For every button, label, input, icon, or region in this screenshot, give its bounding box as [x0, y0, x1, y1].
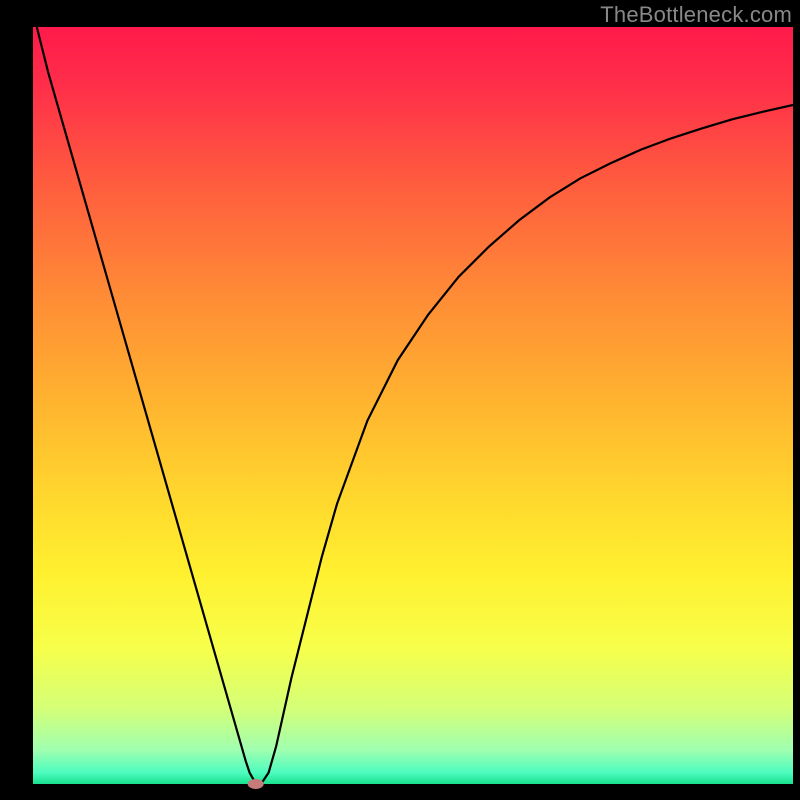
bottleneck-chart [0, 0, 800, 800]
optimal-point-marker [248, 779, 264, 789]
watermark-label: TheBottleneck.com [600, 2, 792, 28]
gradient-background [33, 27, 793, 784]
chart-container: TheBottleneck.com [0, 0, 800, 800]
